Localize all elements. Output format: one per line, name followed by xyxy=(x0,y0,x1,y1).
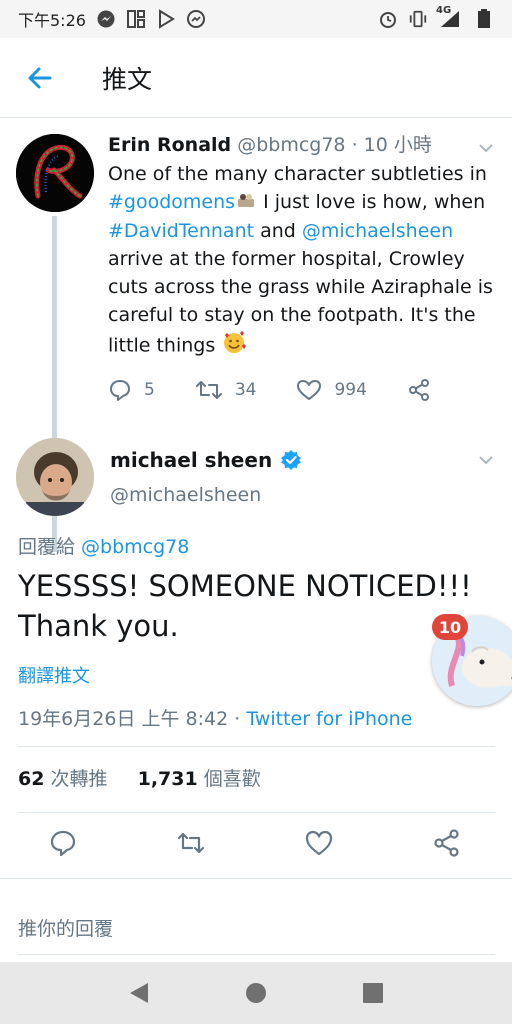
text-segment: One of the many character subtleties in xyxy=(108,163,487,185)
reply-to: 回覆給 @bbmcg78 xyxy=(18,532,189,559)
reply-to-label: 回覆給 xyxy=(18,536,82,558)
reply-input[interactable]: 推你的回覆 xyxy=(18,914,113,941)
retweets-stat-label: 次轉推 xyxy=(44,768,108,790)
chevron-down-icon[interactable] xyxy=(476,450,496,470)
text-segment: I just love is how, when xyxy=(257,191,486,213)
author-name[interactable]: Erin Ronald xyxy=(108,134,231,156)
retweet-icon[interactable] xyxy=(176,828,206,858)
author-handle[interactable]: @bbmcg78 xyxy=(237,134,345,156)
messenger-outline-icon xyxy=(186,9,206,29)
avatar[interactable] xyxy=(16,134,94,212)
back-arrow-icon xyxy=(28,67,52,88)
page-title: 推文 xyxy=(102,64,153,94)
tweet-source-link[interactable]: Twitter for iPhone xyxy=(246,708,412,730)
parent-tweet[interactable]: Erin Ronald @bbmcg78 · 10 小時 One of the … xyxy=(0,118,512,552)
messenger-icon xyxy=(96,9,116,29)
author-name[interactable]: michael sheen xyxy=(110,448,272,472)
like-action[interactable]: 994 xyxy=(296,378,367,402)
reply-input-underline xyxy=(18,954,495,955)
triangle-back-icon xyxy=(129,983,148,1003)
reply-icon xyxy=(110,380,130,401)
status-bar: 下午5:26 4G xyxy=(0,0,512,38)
battery-icon xyxy=(474,9,494,29)
notification-badge: 10 xyxy=(432,614,468,640)
status-time: 下午5:26 xyxy=(18,11,86,30)
main-tweet-actions xyxy=(0,818,512,874)
signal-icon: 4G xyxy=(436,5,464,29)
tweet-date: 19年6月26日 上午 8:42 xyxy=(18,708,229,730)
parent-tweet-content: Erin Ronald @bbmcg78 · 10 小時 One of the … xyxy=(108,132,498,363)
retweets-stat[interactable]: 62 次轉推 xyxy=(18,768,108,790)
square-recents-icon xyxy=(363,983,384,1003)
play-store-icon xyxy=(156,9,176,29)
share-action[interactable] xyxy=(407,378,431,402)
tweet-stats: 62 次轉推 1,731 個喜歡 xyxy=(18,764,261,791)
nav-recents-button[interactable] xyxy=(353,973,393,1013)
divider xyxy=(18,746,495,747)
hashtag-emoji-icon xyxy=(235,189,257,217)
parent-tweet-text: One of the many character subtleties in … xyxy=(108,160,498,363)
avatar[interactable] xyxy=(16,438,94,516)
system-nav-bar xyxy=(0,962,512,1024)
retweet-icon xyxy=(195,381,222,399)
parent-tweet-actions: 5 34 994 xyxy=(108,378,448,402)
back-button[interactable] xyxy=(0,38,80,118)
main-tweet-text: YESSSS! SOMEONE NOTICED!!! Thank you. xyxy=(18,566,488,646)
author-handle[interactable]: @michaelsheen xyxy=(110,484,261,506)
circle-home-icon xyxy=(245,983,266,1003)
reply-icon[interactable] xyxy=(48,828,78,858)
reply-count: 5 xyxy=(144,380,155,400)
likes-stat[interactable]: 1,731 個喜歡 xyxy=(138,768,261,790)
text-segment: and xyxy=(254,219,302,242)
tweet-timestamp: 19年6月26日 上午 8:42 · Twitter for iPhone xyxy=(18,704,412,731)
alarm-icon xyxy=(378,9,398,29)
app-header: 推文 xyxy=(0,38,512,118)
parent-tweet-header: Erin Ronald @bbmcg78 · 10 小時 xyxy=(108,132,498,158)
nav-back-button[interactable] xyxy=(119,973,159,1013)
tweet-text-line: Thank you. xyxy=(18,609,179,643)
verified-badge-icon xyxy=(281,450,302,470)
tweet-time: 10 小時 xyxy=(363,134,432,156)
meta-separator: · xyxy=(228,708,247,730)
smiling-face-hearts-icon xyxy=(221,329,247,363)
hashtag-link[interactable]: #goodomens xyxy=(108,191,235,213)
reply-to-handle[interactable]: @bbmcg78 xyxy=(81,536,189,558)
share-icon xyxy=(408,379,429,401)
hashtag-link[interactable]: #DavidTennant xyxy=(108,220,254,242)
vibrate-icon xyxy=(408,9,428,29)
divider xyxy=(0,878,512,879)
like-count: 994 xyxy=(334,380,367,400)
retweet-action[interactable]: 34 xyxy=(195,378,257,402)
author-name-row[interactable]: michael sheen xyxy=(110,448,302,472)
tweet-text-line: YESSSS! SOMEONE NOTICED!!! xyxy=(18,569,472,603)
network-type: 4G xyxy=(436,5,452,16)
meta-separator: · xyxy=(345,134,364,156)
translate-tweet-link[interactable]: 翻譯推文 xyxy=(18,662,90,688)
chevron-down-icon[interactable] xyxy=(476,138,496,158)
nav-home-button[interactable] xyxy=(236,973,276,1013)
likes-stat-count: 1,731 xyxy=(137,768,198,790)
reply-action[interactable]: 5 xyxy=(108,378,155,402)
likes-stat-label: 個喜歡 xyxy=(197,768,261,790)
text-segment: arrive at the former hospital, Crowley c… xyxy=(108,247,493,357)
share-icon[interactable] xyxy=(432,828,462,858)
retweet-count: 34 xyxy=(234,380,257,400)
app-grid-icon xyxy=(126,9,146,29)
mention-link[interactable]: @michaelsheen xyxy=(302,220,453,242)
divider xyxy=(18,812,495,813)
heart-icon xyxy=(297,380,322,400)
retweets-stat-count: 62 xyxy=(18,768,45,790)
heart-icon[interactable] xyxy=(304,828,334,858)
